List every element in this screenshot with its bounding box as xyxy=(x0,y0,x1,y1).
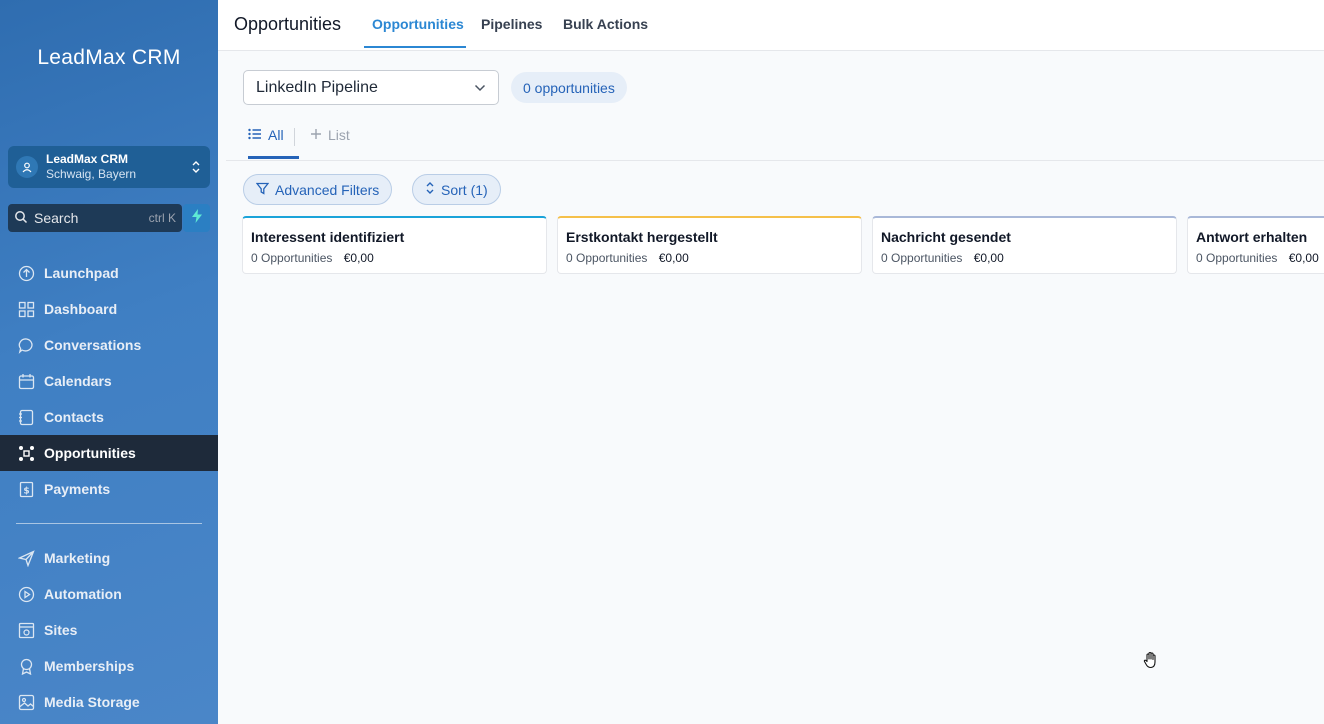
active-view-indicator xyxy=(248,156,299,159)
sidebar-item-payments[interactable]: $ Payments xyxy=(0,471,218,507)
stage-column-interessent-identifiziert[interactable]: Interessent identifiziert 0 Opportunitie… xyxy=(242,216,547,274)
sidebar-item-label: Dashboard xyxy=(44,301,118,317)
stage-count: 0 Opportunities xyxy=(881,251,963,265)
location-icon xyxy=(16,156,38,178)
page-header: Opportunities Opportunities Pipelines Bu… xyxy=(218,0,1324,51)
sort-icon xyxy=(425,181,441,198)
send-icon xyxy=(17,549,35,567)
sidebar-item-label: Memberships xyxy=(44,658,135,674)
sidebar-item-conversations[interactable]: Conversations xyxy=(0,327,218,363)
sidebar-item-label: Contacts xyxy=(44,409,104,425)
stage-column-antwort-erhalten[interactable]: Antwort erhalten 0 Opportunities €0,00 xyxy=(1187,216,1324,274)
search-label: Search xyxy=(34,210,79,226)
tab-bulk-actions[interactable]: Bulk Actions xyxy=(563,16,648,32)
sort-label: Sort (1) xyxy=(441,181,488,198)
view-tabs: All List xyxy=(226,120,1324,161)
sidebar-item-label: Automation xyxy=(44,586,122,602)
view-tab-separator xyxy=(294,128,295,146)
stage-name: Antwort erhalten xyxy=(1196,229,1308,245)
launchpad-icon xyxy=(17,264,35,282)
sites-icon xyxy=(17,621,35,639)
sidebar-item-calendars[interactable]: Calendars xyxy=(0,363,218,399)
stage-count: 0 Opportunities xyxy=(566,251,648,265)
tab-opportunities[interactable]: Opportunities xyxy=(372,16,464,32)
account-location: Schwaig, Bayern xyxy=(46,167,137,181)
account-switcher[interactable]: LeadMax CRM Schwaig, Bayern xyxy=(8,146,210,188)
plus-icon xyxy=(310,127,328,143)
contacts-icon xyxy=(17,408,35,426)
sidebar-item-media-storage[interactable]: Media Storage xyxy=(0,684,218,720)
view-tab-all[interactable]: All xyxy=(248,127,284,143)
tab-pipelines[interactable]: Pipelines xyxy=(481,16,542,32)
sidebar: LeadMax CRM LeadMax CRM Schwaig, Bayern … xyxy=(0,0,218,724)
active-tab-indicator xyxy=(364,46,466,48)
search-shortcut: ctrl K xyxy=(148,211,176,225)
sidebar-nav: Launchpad Dashboard Conversations Calend… xyxy=(0,255,218,720)
stage-column-nachricht-gesendet[interactable]: Nachricht gesendet 0 Opportunities €0,00 xyxy=(872,216,1177,274)
sidebar-item-label: Payments xyxy=(44,481,111,497)
stage-name: Interessent identifiziert xyxy=(251,229,405,245)
sort-button[interactable]: Sort (1) xyxy=(412,174,501,205)
sidebar-item-label: Launchpad xyxy=(44,265,119,281)
sidebar-divider xyxy=(16,523,202,524)
quick-actions-button[interactable] xyxy=(183,204,210,232)
image-icon xyxy=(17,693,35,711)
search-icon xyxy=(14,210,28,227)
stage-amount: €0,00 xyxy=(1288,251,1319,265)
payments-icon: $ xyxy=(17,480,35,498)
stage-amount: €0,00 xyxy=(343,251,374,265)
view-tab-all-label: All xyxy=(268,127,284,143)
sidebar-item-label: Media Storage xyxy=(44,694,140,710)
automation-icon xyxy=(17,585,35,603)
sidebar-item-marketing[interactable]: Marketing xyxy=(0,540,218,576)
stage-amount: €0,00 xyxy=(658,251,689,265)
advanced-filters-label: Advanced Filters xyxy=(275,181,380,198)
dashboard-icon xyxy=(17,300,35,318)
bolt-icon xyxy=(191,208,203,228)
add-list-button[interactable]: List xyxy=(310,127,350,143)
filter-icon xyxy=(255,182,275,198)
brand-logo: LeadMax CRM xyxy=(37,46,181,69)
sidebar-item-launchpad[interactable]: Launchpad xyxy=(0,255,218,291)
pipeline-select-value: LinkedIn Pipeline xyxy=(256,78,378,96)
pipeline-select[interactable]: LinkedIn Pipeline xyxy=(243,70,499,105)
sidebar-item-opportunities[interactable]: Opportunities xyxy=(0,435,218,471)
add-list-label: List xyxy=(328,127,350,143)
calendar-icon xyxy=(17,372,35,390)
opportunity-count-badge: 0 opportunities xyxy=(511,72,627,103)
badge-icon xyxy=(17,657,35,675)
sidebar-item-memberships[interactable]: Memberships xyxy=(0,648,218,684)
sidebar-item-sites[interactable]: Sites xyxy=(0,612,218,648)
sidebar-item-label: Opportunities xyxy=(44,445,136,461)
advanced-filters-button[interactable]: Advanced Filters xyxy=(243,174,393,205)
sidebar-item-label: Conversations xyxy=(44,337,142,353)
stage-count: 0 Opportunities xyxy=(251,251,333,265)
sidebar-item-dashboard[interactable]: Dashboard xyxy=(0,291,218,327)
sidebar-item-label: Marketing xyxy=(44,550,111,566)
stage-name: Nachricht gesendet xyxy=(881,229,1011,245)
sidebar-item-automation[interactable]: Automation xyxy=(0,576,218,612)
chevron-updown-icon xyxy=(190,159,202,175)
sidebar-item-contacts[interactable]: Contacts xyxy=(0,399,218,435)
search-button[interactable]: Search ctrl K xyxy=(8,204,182,232)
stage-count: 0 Opportunities xyxy=(1196,251,1278,265)
stage-column-erstkontakt-hergestellt[interactable]: Erstkontakt hergestellt 0 Opportunities … xyxy=(557,216,862,274)
page-title: Opportunities xyxy=(234,14,342,34)
sidebar-item-label: Calendars xyxy=(44,373,112,389)
account-name: LeadMax CRM xyxy=(46,152,129,166)
hand-cursor-icon xyxy=(1141,650,1161,675)
chat-icon xyxy=(17,336,35,354)
svg-text:$: $ xyxy=(23,486,29,496)
list-icon xyxy=(248,127,268,143)
stage-name: Erstkontakt hergestellt xyxy=(566,229,718,245)
chevron-down-icon xyxy=(474,79,486,97)
sidebar-item-label: Sites xyxy=(44,622,78,638)
opportunities-icon xyxy=(17,444,35,462)
stage-amount: €0,00 xyxy=(973,251,1004,265)
